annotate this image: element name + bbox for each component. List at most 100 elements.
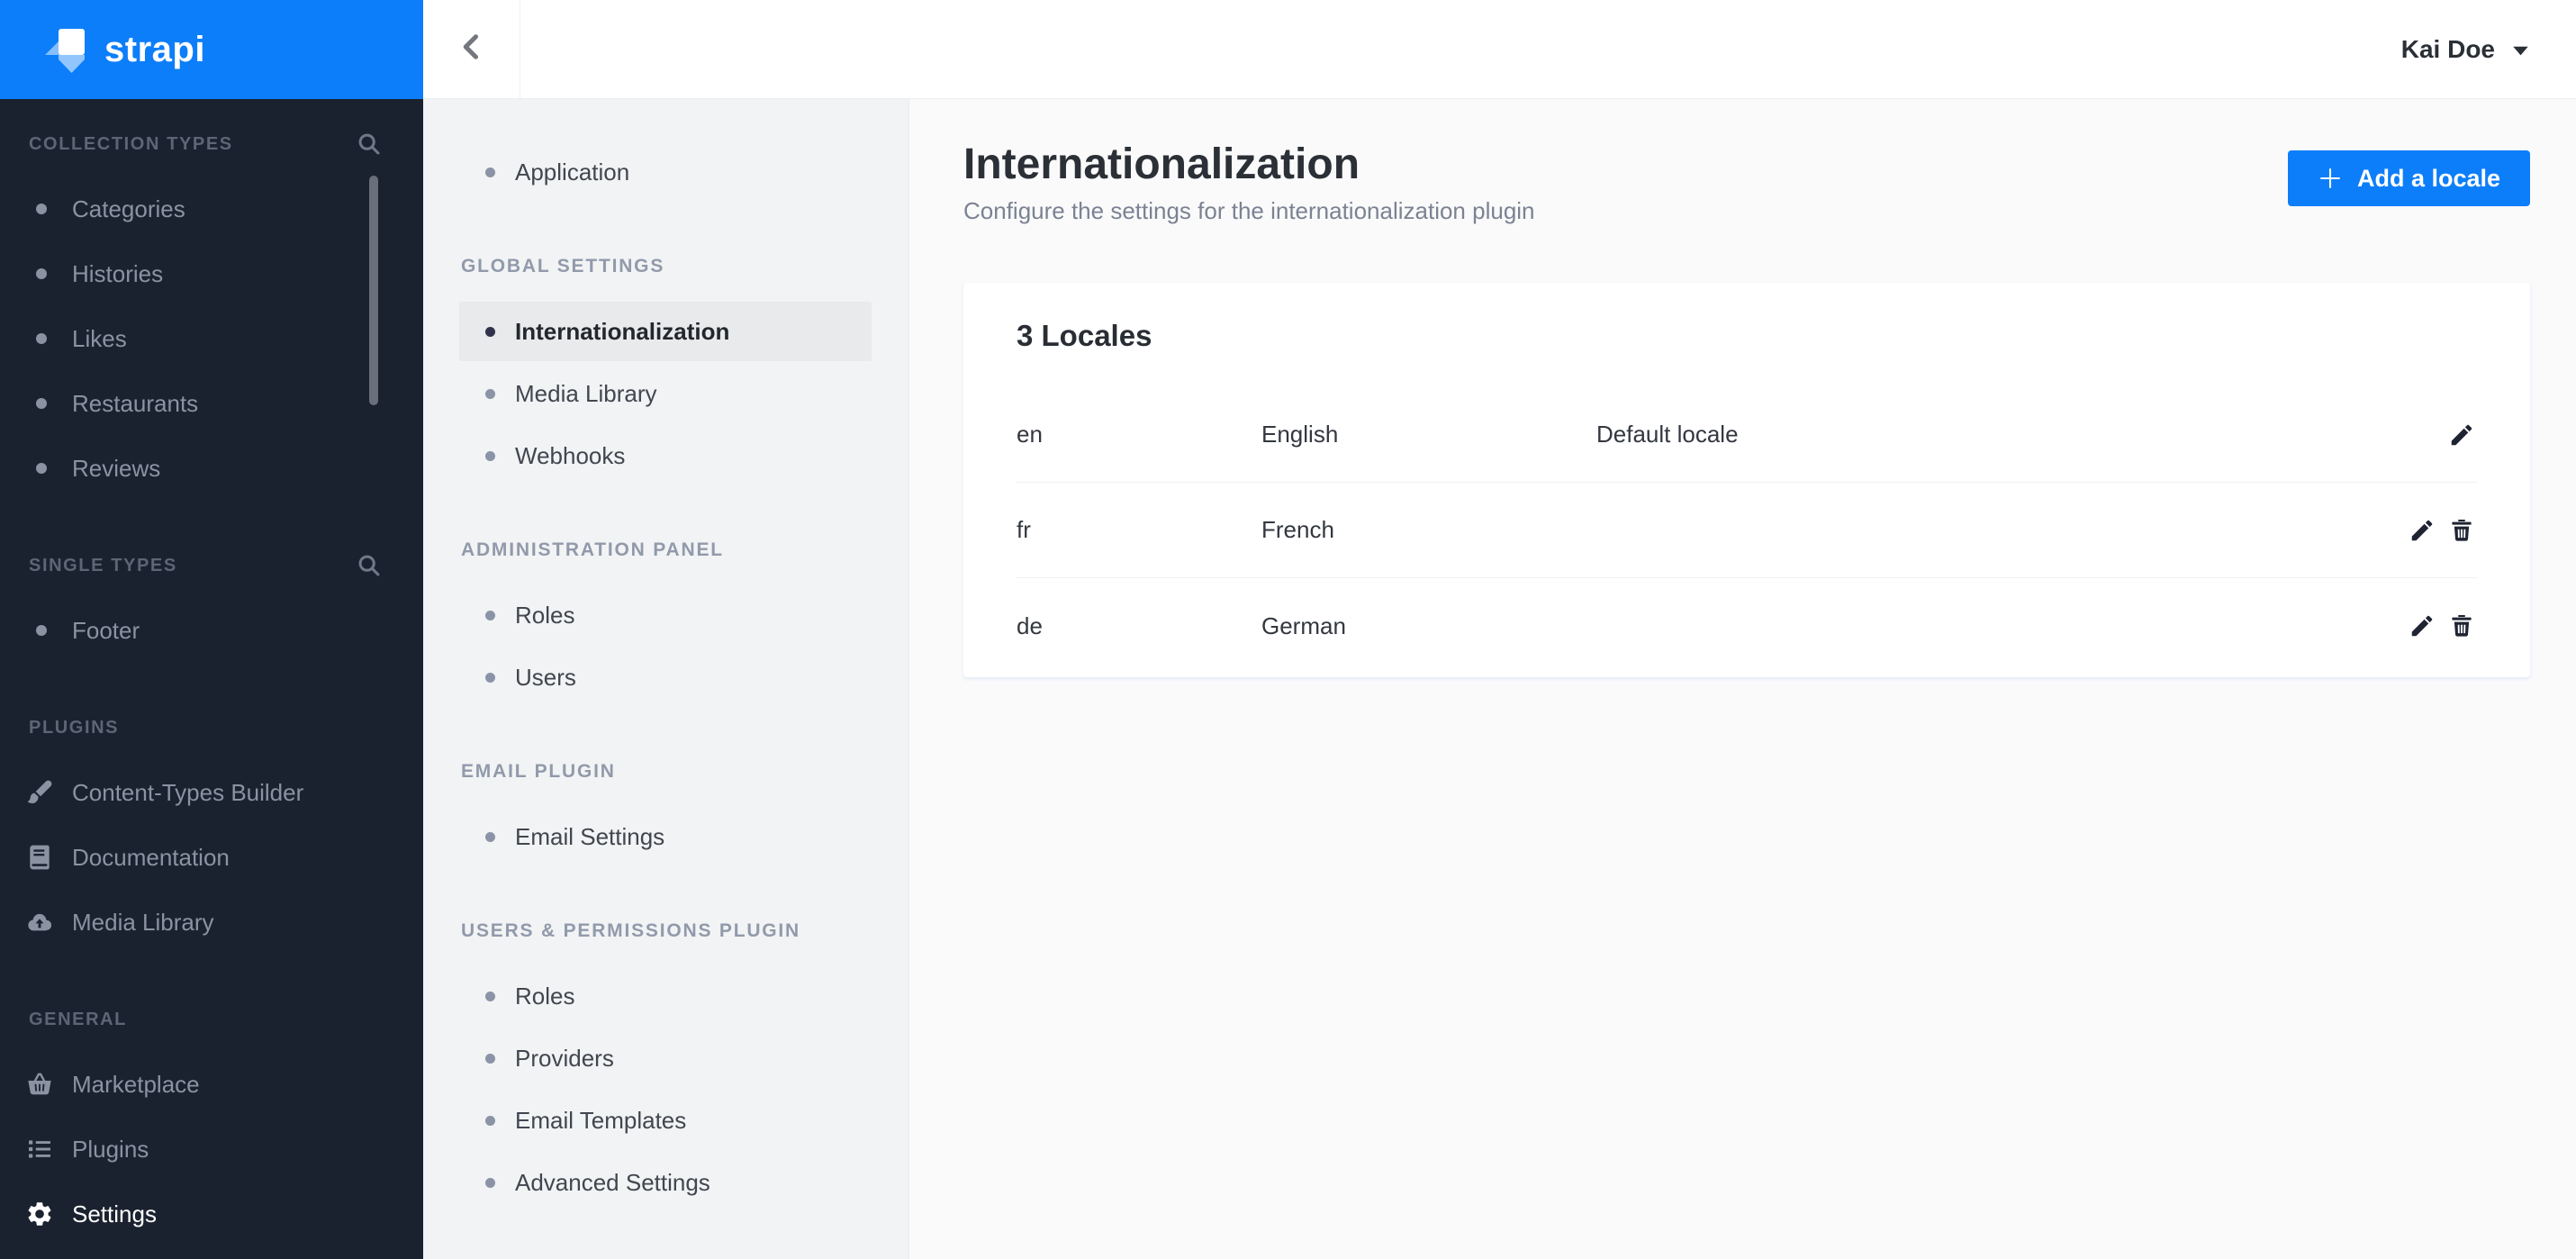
plugins-header: PLUGINS — [0, 695, 423, 760]
bullet-icon — [36, 204, 47, 214]
trash-icon[interactable] — [2448, 517, 2475, 544]
locales-card: 3 Locales en English Default locale fr F… — [963, 283, 2530, 677]
settings-nav-label: Application — [515, 158, 630, 186]
global-settings-header: GLOBAL SETTINGS — [461, 256, 665, 276]
locales-table: en English Default locale fr French de G… — [963, 387, 2530, 674]
row-actions — [2409, 517, 2475, 544]
sidebar-item-label: Settings — [72, 1200, 157, 1227]
email-plugin-header: EMAIL PLUGIN — [461, 761, 616, 782]
bullet-icon — [485, 672, 495, 683]
settings-nav-label: Users — [515, 663, 576, 691]
settings-section-administration-panel: ADMINISTRATION PANEL Roles Users — [459, 518, 871, 707]
settings-nav-label: Email Settings — [515, 822, 665, 850]
settings-nav-label: Internationalization — [515, 317, 730, 345]
locale-code: en — [1017, 421, 1043, 448]
bullet-icon — [485, 610, 495, 620]
bullet-icon — [485, 1115, 495, 1126]
plus-icon — [2318, 166, 2343, 191]
settings-nav: Application GLOBAL SETTINGS Internationa… — [423, 99, 909, 1259]
sidebar-item-label: Plugins — [72, 1135, 149, 1163]
sidebar-item-content-types-builder[interactable]: Content-Types Builder — [0, 760, 423, 825]
search-icon[interactable] — [357, 131, 382, 157]
pencil-icon[interactable] — [2448, 421, 2475, 448]
sidebar-item-restaurants[interactable]: Restaurants — [0, 371, 423, 436]
administration-panel-header: ADMINISTRATION PANEL — [461, 539, 724, 560]
sidebar-item-label: Marketplace — [72, 1070, 200, 1098]
bullet-icon — [485, 450, 495, 461]
sidebar-item-label: Documentation — [72, 843, 230, 871]
sidebar-item-label: Restaurants — [72, 389, 199, 417]
sidebar-item-label: Reviews — [72, 454, 161, 482]
locale-name: French — [1261, 516, 1334, 543]
sidebar-item-label: Histories — [72, 259, 164, 287]
locale-name: English — [1261, 421, 1339, 448]
pencil-icon[interactable] — [2409, 517, 2436, 544]
settings-nav-item-internationalization[interactable]: Internationalization — [459, 302, 872, 361]
settings-nav-item-webhooks[interactable]: Webhooks — [459, 426, 872, 485]
settings-nav-label: Email Templates — [515, 1106, 687, 1134]
pencil-icon[interactable] — [2409, 612, 2436, 639]
sidebar-item-documentation[interactable]: Documentation — [0, 825, 423, 890]
settings-nav-item-admin-roles[interactable]: Roles — [459, 585, 872, 645]
sidebar-item-categories[interactable]: Categories — [0, 177, 423, 241]
bullet-icon — [36, 398, 47, 409]
basket-icon — [25, 1070, 54, 1099]
sidebar-item-marketplace[interactable]: Marketplace — [0, 1052, 423, 1117]
table-row-fr[interactable]: fr French — [1017, 483, 2477, 578]
settings-nav-item-email-settings[interactable]: Email Settings — [459, 807, 872, 866]
caret-down-icon — [2513, 44, 2528, 56]
settings-nav-item-application[interactable]: Application — [459, 142, 872, 202]
settings-nav-item-media-library[interactable]: Media Library — [459, 364, 872, 423]
search-icon[interactable] — [357, 553, 382, 578]
list-icon — [25, 1135, 54, 1164]
locales-card-title: 3 Locales — [1017, 319, 1152, 352]
row-actions — [2409, 612, 2475, 639]
sidebar-item-likes[interactable]: Likes — [0, 306, 423, 371]
settings-section-global-settings: GLOBAL SETTINGS Internationalization Med… — [459, 234, 872, 485]
settings-nav-item-advanced-settings[interactable]: Advanced Settings — [459, 1153, 872, 1212]
sidebar-section-collection-types: COLLECTION TYPES Categories Histories Li… — [0, 112, 423, 501]
sidebar-item-label: Media Library — [72, 908, 214, 936]
user-menu[interactable]: Kai Doe — [2401, 0, 2576, 98]
sidebar-item-label: Likes — [72, 324, 127, 352]
strapi-logo[interactable]: strapi — [0, 0, 423, 99]
general-header: GENERAL — [0, 987, 423, 1052]
right-pane: Kai Doe Application GLOBAL SETTINGS Inte… — [423, 0, 2576, 1259]
collection-types-label: COLLECTION TYPES — [29, 133, 233, 154]
trash-icon[interactable] — [2448, 612, 2475, 639]
gear-icon — [25, 1200, 54, 1228]
bullet-icon — [36, 268, 47, 279]
locale-code: de — [1017, 611, 1043, 639]
add-locale-button-label: Add a locale — [2356, 164, 2500, 192]
sidebar-item-plugins[interactable]: Plugins — [0, 1117, 423, 1182]
bullet-icon — [485, 326, 495, 337]
plugins-label: PLUGINS — [29, 717, 120, 738]
settings-nav-item-up-roles[interactable]: Roles — [459, 966, 872, 1026]
body-row: Application GLOBAL SETTINGS Internationa… — [423, 99, 2576, 1259]
table-row-en[interactable]: en English Default locale — [1017, 387, 2477, 483]
settings-nav-label: Media Library — [515, 379, 657, 407]
sidebar-item-reviews[interactable]: Reviews — [0, 436, 423, 501]
bullet-icon — [485, 1053, 495, 1064]
sidebar-item-footer[interactable]: Footer — [0, 598, 423, 663]
bullet-icon — [485, 167, 495, 177]
settings-nav-label: Advanced Settings — [515, 1168, 710, 1196]
sidebar-item-histories[interactable]: Histories — [0, 241, 423, 306]
back-button[interactable] — [423, 0, 520, 98]
bullet-icon — [36, 463, 47, 474]
locale-code: fr — [1017, 516, 1031, 543]
settings-nav-item-email-templates[interactable]: Email Templates — [459, 1091, 872, 1150]
page-title-block: Internationalization Configure the setti… — [963, 140, 1535, 226]
sidebar-item-settings[interactable]: Settings — [0, 1182, 423, 1246]
cloud-upload-icon — [25, 908, 54, 937]
add-locale-button[interactable]: Add a locale — [2287, 150, 2530, 206]
book-icon — [25, 843, 54, 872]
bullet-icon — [485, 1177, 495, 1188]
sidebar-scrollbar-thumb[interactable] — [369, 176, 378, 405]
paintbrush-icon — [25, 778, 54, 807]
table-row-de[interactable]: de German — [1017, 578, 2477, 674]
settings-nav-item-admin-users[interactable]: Users — [459, 648, 872, 707]
sidebar-item-media-library[interactable]: Media Library — [0, 890, 423, 955]
settings-nav-item-providers[interactable]: Providers — [459, 1028, 872, 1088]
sidebar-item-label: Footer — [72, 616, 140, 644]
